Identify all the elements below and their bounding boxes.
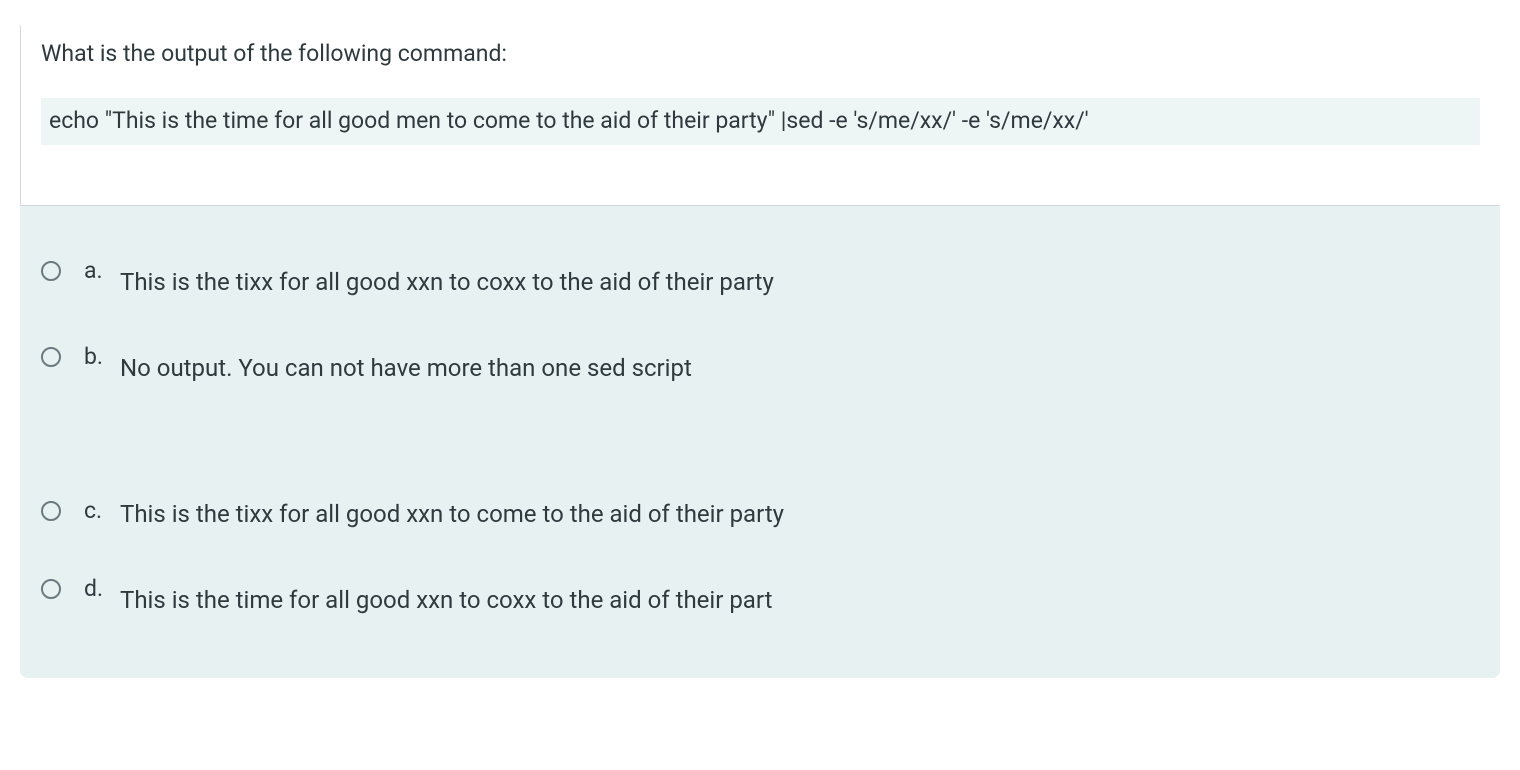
option-text: This is the tixx for all good xxn to com… bbox=[120, 496, 784, 532]
answer-option-a: a. This is the tixx for all good xxn to … bbox=[40, 256, 1480, 300]
radio-wrapper bbox=[40, 260, 62, 282]
answer-option-c: c. This is the tixx for all good xxn to … bbox=[40, 496, 1480, 532]
question-stem: What is the output of the following comm… bbox=[20, 20, 1500, 206]
option-letter: c. bbox=[84, 497, 120, 524]
radio-button-d[interactable] bbox=[41, 579, 61, 599]
option-text: This is the time for all good xxn to cox… bbox=[120, 574, 772, 618]
question-prompt: What is the output of the following comm… bbox=[41, 38, 1480, 70]
question-container: What is the output of the following comm… bbox=[20, 20, 1500, 678]
option-letter: d. bbox=[84, 575, 120, 602]
option-letter: b. bbox=[84, 343, 120, 370]
answer-option-d: d. This is the time for all good xxn to … bbox=[40, 574, 1480, 618]
option-text: This is the tixx for all good xxn to cox… bbox=[120, 256, 774, 300]
radio-wrapper bbox=[40, 346, 62, 368]
radio-wrapper bbox=[40, 500, 62, 522]
answer-options: a. This is the tixx for all good xxn to … bbox=[20, 206, 1500, 678]
option-letter: a. bbox=[84, 257, 120, 284]
radio-wrapper bbox=[40, 578, 62, 600]
radio-button-b[interactable] bbox=[41, 347, 61, 367]
option-text: No output. You can not have more than on… bbox=[120, 342, 692, 386]
radio-button-c[interactable] bbox=[41, 501, 61, 521]
radio-button-a[interactable] bbox=[41, 261, 61, 281]
answer-option-b: b. No output. You can not have more than… bbox=[40, 342, 1480, 386]
question-code: echo "This is the time for all good men … bbox=[41, 98, 1480, 145]
